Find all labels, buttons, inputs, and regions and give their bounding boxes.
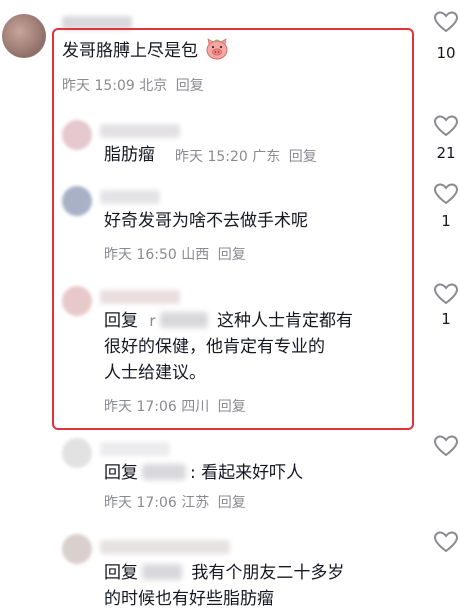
mention-blurred[interactable]: [159, 312, 208, 328]
reply-target-label[interactable]: 回复: [104, 463, 138, 483]
avatar[interactable]: [62, 186, 92, 216]
like-count: 1: [441, 212, 451, 230]
heart-outline-icon[interactable]: [433, 114, 459, 138]
heart-outline-icon[interactable]: [433, 530, 459, 554]
heart-outline-icon[interactable]: [433, 10, 459, 34]
comment-meta: 昨天 17:06 江苏 回复: [104, 495, 246, 511]
avatar[interactable]: [62, 286, 92, 316]
reply-button[interactable]: 回复: [289, 149, 317, 165]
username-blurred[interactable]: [100, 190, 160, 204]
reply-target-label[interactable]: 回复: [104, 311, 138, 331]
avatar[interactable]: [2, 14, 46, 58]
comment-text: 回复: 看起来好吓人: [104, 463, 304, 483]
heart-outline-icon[interactable]: [433, 182, 459, 206]
pig-face-emoji-icon: [206, 38, 228, 60]
comment-meta: 昨天 15:09 北京 回复: [62, 78, 204, 94]
avatar[interactable]: [62, 120, 92, 150]
reply-button[interactable]: 回复: [218, 399, 246, 415]
username-blurred[interactable]: [100, 290, 180, 304]
reply-button[interactable]: 回复: [176, 78, 204, 94]
heart-outline-icon[interactable]: [433, 434, 459, 458]
avatar[interactable]: [62, 534, 92, 564]
mention-blurred[interactable]: [142, 464, 186, 480]
comment-text: 发哥胳膊上尽是包: [62, 38, 229, 64]
mention-blurred[interactable]: [142, 564, 182, 580]
reply-button[interactable]: 回复: [218, 495, 246, 511]
avatar[interactable]: [62, 438, 92, 468]
username-blurred[interactable]: [100, 442, 170, 456]
comment-text: 好奇发哥为啥不去做手术呢: [104, 211, 308, 231]
like-count: 10: [436, 44, 456, 62]
reply-target-label[interactable]: 回复: [104, 563, 138, 583]
username-blurred[interactable]: [100, 540, 230, 554]
heart-outline-icon[interactable]: [433, 282, 459, 306]
comment-meta: 昨天 17:06 四川 回复: [104, 399, 246, 415]
like-count: 1: [441, 310, 451, 328]
comment-meta: 昨天 16:50 山西 回复: [104, 247, 246, 263]
comment-text: 回复 我有个朋友二十多岁 的时候也有好些脂肪瘤: [104, 563, 345, 609]
username-blurred[interactable]: [100, 124, 180, 138]
like-count: 21: [436, 144, 456, 162]
comment-meta: 昨天 15:20 广东 回复: [175, 149, 317, 165]
comment-text: 回复 r 这种人士肯定都有 很好的保健，他肯定有专业的 人士给建议。: [104, 311, 353, 383]
comment-text: 脂肪瘤: [104, 145, 155, 165]
reply-button[interactable]: 回复: [218, 247, 246, 263]
